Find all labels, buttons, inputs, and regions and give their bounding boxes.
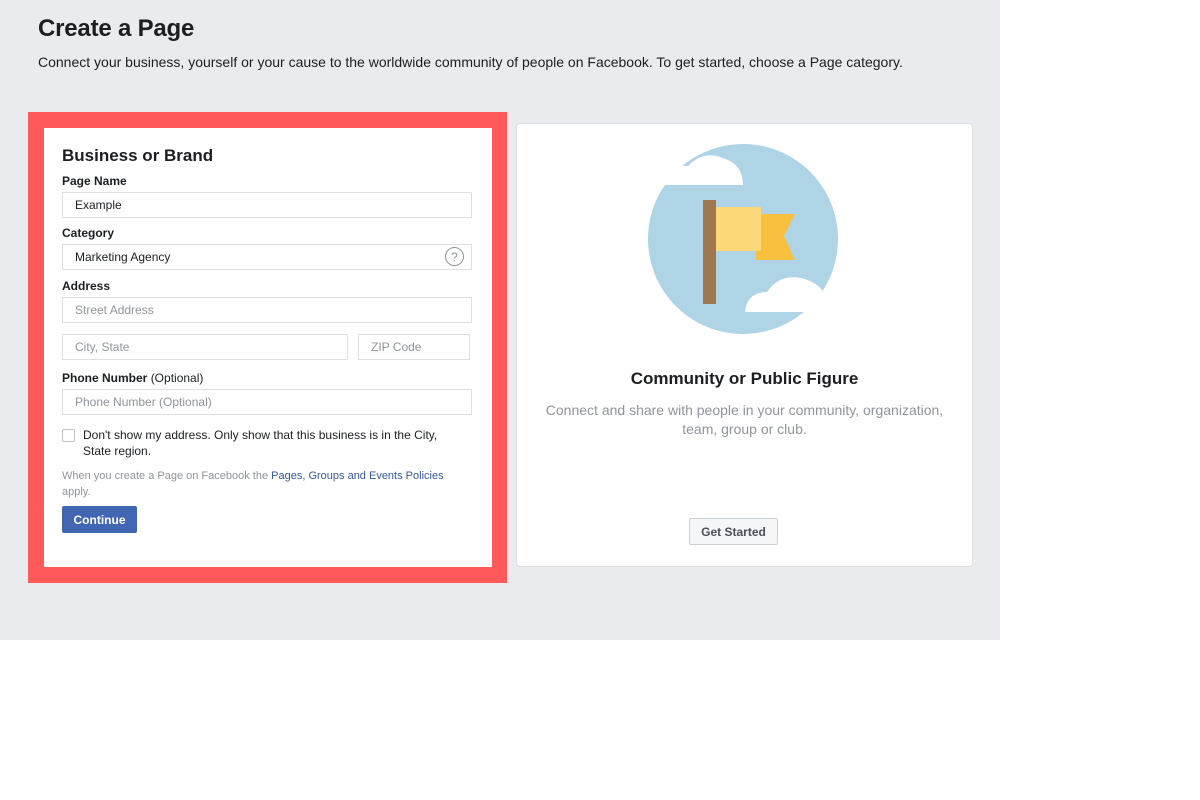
category-input[interactable] [62, 244, 472, 270]
continue-button[interactable]: Continue [62, 506, 137, 533]
page-title: Create a Page [38, 15, 195, 42]
category-label: Category [62, 226, 115, 240]
policy-notice: When you create a Page on Facebook the P… [62, 468, 462, 500]
zip-code-input[interactable] [358, 334, 470, 360]
city-state-input[interactable] [62, 334, 348, 360]
phone-number-input[interactable] [62, 389, 472, 415]
get-started-button[interactable]: Get Started [689, 518, 778, 545]
business-card-title: Business or Brand [62, 146, 214, 165]
hide-address-checkbox[interactable] [62, 429, 75, 442]
phone-label-optional: (Optional) [150, 371, 204, 385]
community-public-figure-card[interactable]: Community or Public Figure Connect and s… [516, 123, 973, 567]
street-address-input[interactable] [62, 297, 472, 323]
flag-icon [648, 144, 845, 334]
phone-label-text: Phone Number [62, 371, 148, 385]
business-brand-card: Business or Brand Page Name Category ? A… [44, 128, 492, 567]
policy-suffix: apply. [62, 486, 91, 498]
hide-address-label: Don't show my address. Only show that th… [83, 428, 438, 458]
community-card-title: Community or Public Figure [630, 369, 859, 388]
policy-prefix: When you create a Page on Facebook the [62, 470, 272, 482]
page-name-label: Page Name [62, 174, 127, 188]
page-subtitle: Connect your business, yourself or your … [38, 54, 903, 70]
policies-link[interactable]: Pages, Groups and Events Policies [271, 470, 443, 482]
address-label: Address [62, 279, 111, 293]
category-field-wrapper: ? [62, 244, 472, 270]
community-card-description: Connect and share with people in your co… [545, 402, 944, 437]
help-icon[interactable]: ? [445, 247, 464, 266]
page-name-input[interactable] [62, 192, 472, 218]
phone-label: Phone Number (Optional) [62, 371, 203, 385]
